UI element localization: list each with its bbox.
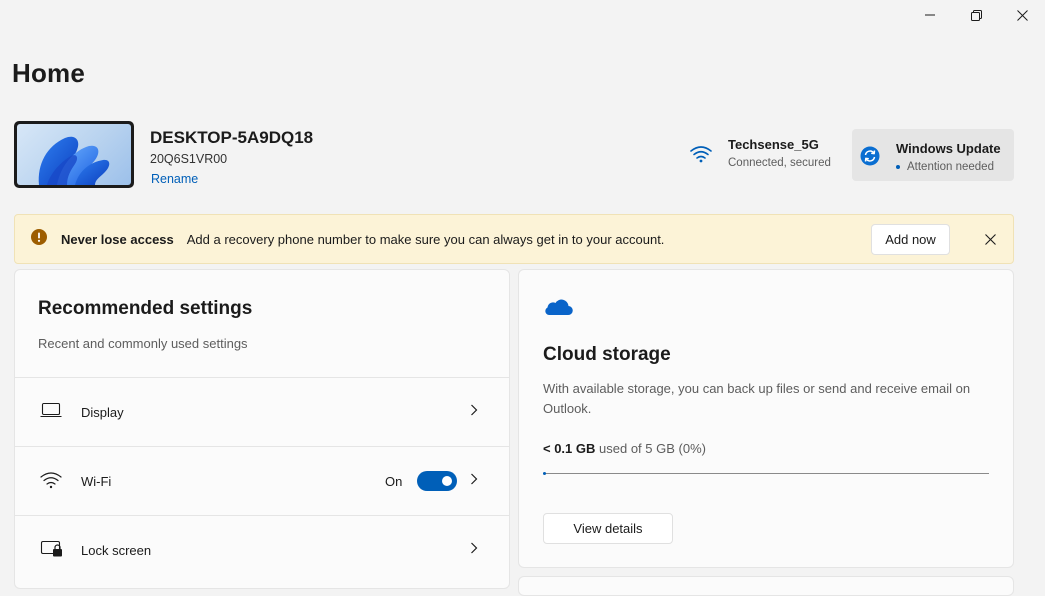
wifi-toggle-label: On — [385, 473, 403, 489]
setting-row-lock-screen[interactable]: Lock screen — [15, 515, 509, 584]
storage-progress-fill — [543, 472, 546, 475]
network-name: Techsense_5G — [728, 137, 819, 152]
wifi-toggle[interactable] — [417, 471, 457, 491]
chevron-right-icon — [470, 541, 478, 559]
maximize-button[interactable] — [953, 0, 999, 30]
banner-close-button[interactable] — [980, 229, 1000, 249]
cloud-storage-description: With available storage, you can back up … — [543, 381, 971, 416]
minimize-button[interactable] — [907, 0, 953, 30]
network-state: Connected, secured — [728, 157, 831, 169]
wifi-icon — [690, 145, 712, 168]
title-bar — [907, 0, 1045, 30]
device-model: 20Q6S1VR00 — [150, 152, 228, 166]
device-thumbnail — [14, 121, 134, 188]
wallpaper-image — [17, 124, 131, 185]
rename-link[interactable]: Rename — [151, 172, 198, 186]
recommended-subtitle: Recent and commonly used settings — [38, 336, 248, 351]
chevron-right-icon — [470, 472, 478, 490]
setting-label: Wi-Fi — [81, 473, 112, 489]
device-name: DESKTOP-5A9DQ18 — [150, 128, 314, 147]
cloud-storage-card: Cloud storage With available storage, yo… — [518, 269, 1014, 568]
close-icon — [984, 233, 996, 245]
recommended-title: Recommended settings — [38, 298, 253, 319]
windows-update-status[interactable]: Windows Update Attention needed — [852, 129, 1014, 181]
close-icon — [1016, 9, 1028, 21]
chevron-right-icon — [470, 403, 478, 421]
recovery-banner: Never lose access Add a recovery phone n… — [14, 214, 1014, 264]
banner-message: Add a recovery phone number to make sure… — [186, 231, 665, 247]
cloud-storage-title: Cloud storage — [543, 344, 671, 365]
minimize-icon — [925, 14, 935, 16]
banner-title: Never lose access — [61, 231, 174, 247]
wifi-icon — [40, 471, 64, 491]
lock-screen-icon — [40, 540, 64, 560]
close-button[interactable] — [999, 0, 1045, 30]
status-dot-icon — [896, 164, 900, 169]
view-details-button[interactable]: View details — [543, 513, 673, 544]
recommended-settings-card: Recommended settings Recent and commonly… — [14, 269, 510, 589]
setting-label: Lock screen — [81, 542, 152, 558]
toggle-knob — [442, 476, 452, 486]
setting-label: Display — [81, 404, 124, 420]
setting-row-display[interactable]: Display — [15, 377, 509, 446]
setting-row-wifi[interactable]: Wi-Fi On — [15, 446, 509, 515]
cloud-icon — [543, 298, 573, 321]
network-status[interactable]: Techsense_5G Connected, secured — [690, 133, 831, 181]
sync-icon — [860, 146, 880, 181]
windows-update-state: Attention needed — [896, 161, 1001, 173]
storage-usage: < 0.1 GB used of 5 GB (0%) — [543, 441, 706, 456]
restore-icon — [970, 9, 982, 21]
display-icon — [40, 402, 64, 422]
add-now-button[interactable]: Add now — [871, 224, 950, 255]
warning-icon — [31, 228, 47, 250]
next-card — [518, 576, 1014, 596]
page-title: Home — [12, 58, 86, 88]
storage-progress-bar — [543, 472, 989, 475]
windows-update-title: Windows Update — [896, 141, 1001, 156]
